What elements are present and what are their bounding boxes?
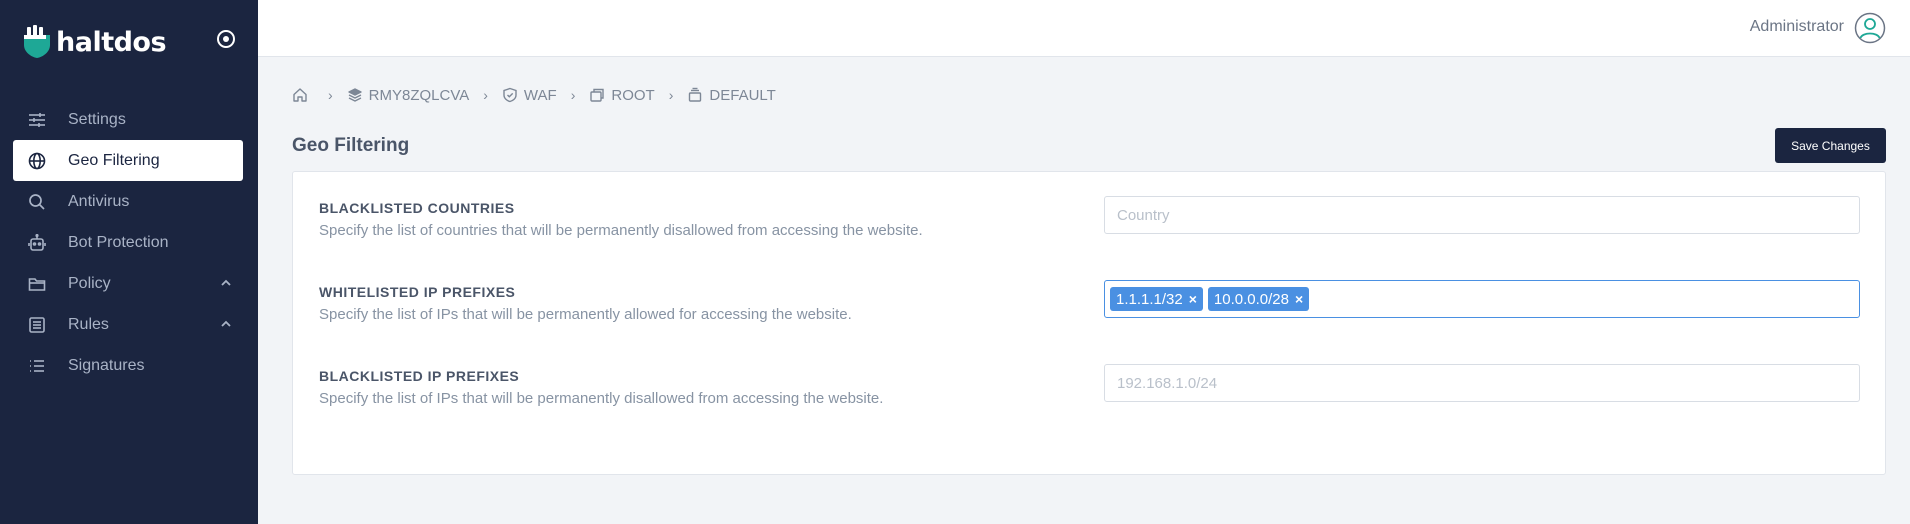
breadcrumb-label: RMY8ZQLCVA bbox=[368, 86, 470, 104]
user-avatar-icon[interactable] bbox=[1854, 12, 1886, 44]
haltdos-logo-icon bbox=[24, 25, 50, 58]
breadcrumb-label: ROOT bbox=[611, 86, 655, 104]
breadcrumb-separator: › bbox=[483, 87, 488, 103]
brand-logo[interactable]: haltdos bbox=[22, 22, 167, 62]
field-label: BLACKLISTED COUNTRIES bbox=[319, 200, 515, 216]
ip-tag: 1.1.1.1/32 × bbox=[1110, 287, 1203, 311]
sidebar-item-label: Geo Filtering bbox=[68, 151, 160, 169]
save-changes-button[interactable]: Save Changes bbox=[1775, 128, 1886, 163]
layers-icon bbox=[347, 87, 363, 103]
field-description: Specify the list of IPs that will be per… bbox=[319, 390, 884, 407]
sidebar-nav: Settings Geo Filtering Antivirus Bot Pro… bbox=[13, 99, 243, 386]
chevron-up-icon[interactable] bbox=[219, 276, 233, 290]
search-icon bbox=[27, 192, 47, 212]
input-placeholder: 192.168.1.0/24 bbox=[1117, 374, 1218, 392]
breadcrumb-waf[interactable]: WAF bbox=[502, 87, 557, 104]
field-description: Specify the list of countries that will … bbox=[319, 222, 923, 239]
breadcrumb-separator: › bbox=[570, 87, 576, 103]
sidebar-item-settings[interactable]: Settings bbox=[13, 99, 243, 140]
top-bar: Administrator bbox=[258, 0, 1910, 57]
sidebar: haltdos Settings Geo Filtering Antivirus bbox=[0, 0, 258, 524]
ip-tag: 10.0.0.0/28 × bbox=[1207, 287, 1310, 311]
shield-check-icon bbox=[502, 87, 518, 103]
sidebar-item-policy[interactable]: Policy bbox=[13, 263, 243, 304]
sidebar-item-rules[interactable]: Rules bbox=[13, 304, 243, 345]
blacklisted-countries-input[interactable]: Country bbox=[1104, 196, 1860, 234]
globe-icon bbox=[27, 151, 47, 171]
sidebar-item-label: Policy bbox=[68, 274, 111, 292]
tag-label: 1.1.1.1/32 bbox=[1116, 290, 1183, 308]
sliders-icon bbox=[27, 110, 47, 130]
list-box-icon bbox=[27, 315, 47, 335]
tag-label: 10.0.0.0/28 bbox=[1213, 290, 1289, 308]
user-name[interactable]: Administrator bbox=[1750, 18, 1844, 36]
field-label: WHITELISTED IP PREFIXES bbox=[319, 284, 516, 300]
breadcrumb-home[interactable] bbox=[292, 87, 314, 103]
stack-icon bbox=[687, 87, 703, 103]
whitelisted-ip-row: WHITELISTED IP PREFIXES Specify the list… bbox=[319, 280, 1860, 344]
sidebar-item-label: Bot Protection bbox=[68, 233, 169, 251]
breadcrumb-label: WAF bbox=[523, 86, 557, 104]
breadcrumb-separator: › bbox=[668, 87, 674, 103]
breadcrumb-cluster[interactable]: RMY8ZQLCVA bbox=[347, 86, 470, 104]
sidebar-toggle-button[interactable] bbox=[216, 29, 236, 49]
page-title: Geo Filtering bbox=[292, 135, 410, 156]
brand-name: haltdos bbox=[56, 26, 167, 58]
chevron-up-icon[interactable] bbox=[219, 317, 233, 331]
sidebar-item-label: Signatures bbox=[68, 356, 145, 374]
sidebar-item-antivirus[interactable]: Antivirus bbox=[13, 181, 243, 222]
folder-icon bbox=[27, 274, 47, 294]
blacklisted-ip-input[interactable]: 192.168.1.0/24 bbox=[1104, 364, 1860, 402]
sidebar-item-label: Antivirus bbox=[68, 192, 130, 210]
blacklisted-countries-row: BLACKLISTED COUNTRIES Specify the list o… bbox=[319, 196, 1860, 260]
breadcrumb-separator: › bbox=[328, 87, 333, 103]
sidebar-item-bot-protection[interactable]: Bot Protection bbox=[13, 222, 243, 263]
target-icon bbox=[217, 30, 235, 48]
breadcrumb-default[interactable]: DEFAULT bbox=[687, 86, 776, 104]
whitelisted-ip-input[interactable]: 1.1.1.1/32 × 10.0.0.0/28 × bbox=[1104, 280, 1860, 318]
breadcrumb-label: DEFAULT bbox=[709, 86, 776, 104]
sidebar-item-label: Rules bbox=[68, 315, 109, 333]
field-label: BLACKLISTED IP PREFIXES bbox=[319, 368, 520, 384]
input-placeholder: Country bbox=[1117, 206, 1170, 224]
sidebar-item-signatures[interactable]: Signatures bbox=[13, 345, 243, 386]
robot-icon bbox=[27, 233, 47, 253]
geo-filtering-card: BLACKLISTED COUNTRIES Specify the list o… bbox=[292, 171, 1886, 475]
breadcrumb: › RMY8ZQLCVA › WAF › ROOT › DEFAULT bbox=[292, 84, 776, 106]
remove-tag-icon[interactable]: × bbox=[1295, 291, 1303, 307]
home-icon bbox=[292, 87, 308, 103]
sidebar-item-label: Settings bbox=[68, 110, 126, 128]
blacklisted-ip-row: BLACKLISTED IP PREFIXES Specify the list… bbox=[319, 364, 1860, 428]
remove-tag-icon[interactable]: × bbox=[1189, 291, 1197, 307]
field-description: Specify the list of IPs that will be per… bbox=[319, 306, 852, 323]
breadcrumb-root[interactable]: ROOT bbox=[589, 86, 655, 104]
list-icon bbox=[27, 356, 47, 376]
sidebar-item-geo-filtering[interactable]: Geo Filtering bbox=[13, 140, 243, 181]
windows-icon bbox=[589, 87, 605, 103]
